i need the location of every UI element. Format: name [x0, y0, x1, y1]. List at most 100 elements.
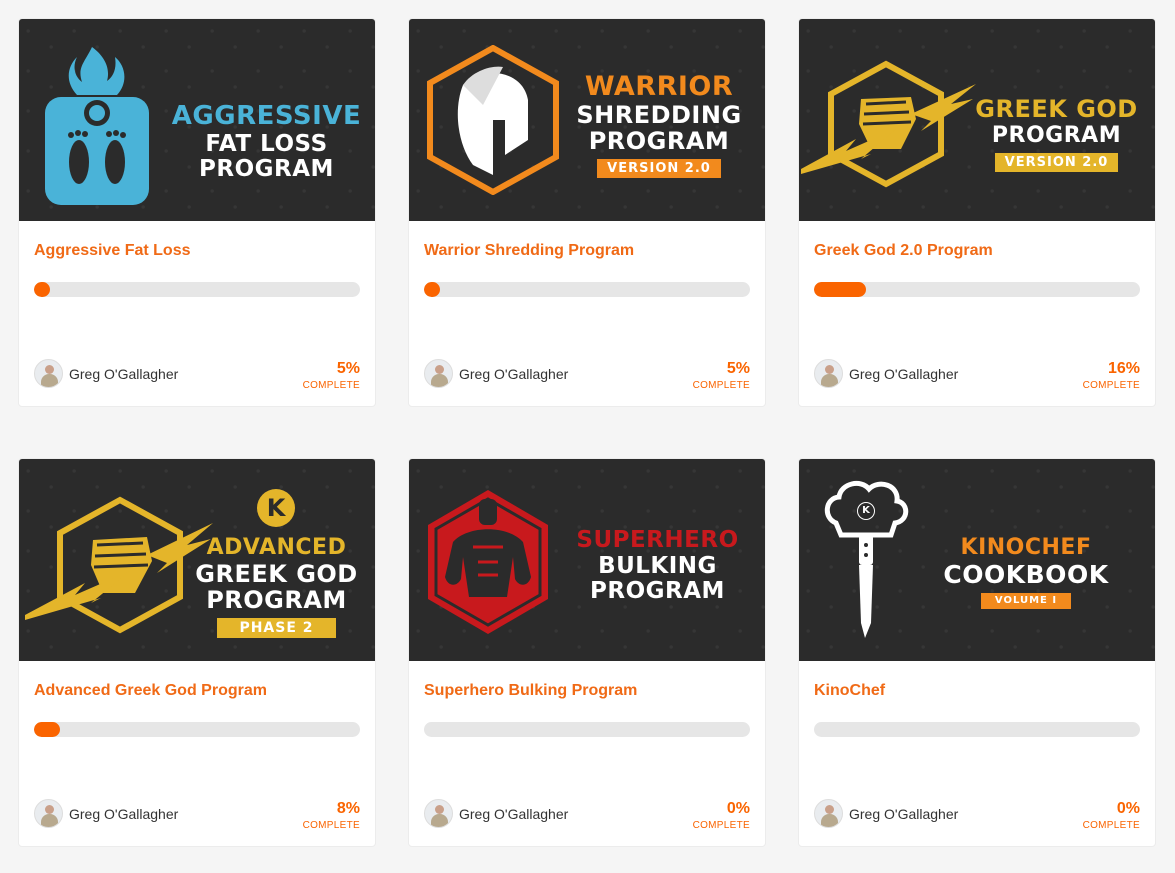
- author: Greg O'Gallagher: [34, 799, 178, 828]
- course-title[interactable]: KinoChef: [814, 682, 885, 700]
- course-cover-image[interactable]: SUPERHERO BULKING PROGRAM: [409, 459, 765, 661]
- author-name: Greg O'Gallagher: [69, 365, 179, 382]
- cover-title-line: PROGRAM: [206, 586, 347, 614]
- course-card-warrior-shredding[interactable]: WARRIOR SHREDDING PROGRAM VERSION 2.0 Wa…: [408, 18, 766, 407]
- cover-title-line: COOKBOOK: [943, 560, 1109, 589]
- cover-title-line: AGGRESSIVE: [171, 101, 362, 131]
- avatar: [34, 359, 63, 388]
- progress-fill: [34, 722, 61, 737]
- completion-percent: 5%: [726, 360, 750, 377]
- cover-title-line: PROGRAM: [590, 578, 725, 604]
- course-title[interactable]: Aggressive Fat Loss: [34, 242, 191, 260]
- completion-percent: 5%: [336, 360, 360, 377]
- course-card-greek-god[interactable]: GREEK GOD PROGRAM VERSION 2.0 Greek God …: [798, 18, 1156, 407]
- course-title[interactable]: Greek God 2.0 Program: [814, 242, 993, 260]
- completion-status: 8% COMPLETE: [303, 800, 360, 831]
- course-card-aggressive-fat-loss[interactable]: AGGRESSIVE FAT LOSS PROGRAM Aggressive F…: [18, 18, 376, 407]
- completion-status: 5% COMPLETE: [693, 360, 750, 391]
- cover-title-line: SHREDDING: [576, 101, 742, 129]
- lightning-fist-icon: [801, 60, 976, 188]
- progress-bar: [34, 722, 360, 737]
- cover-badge: VERSION 2.0: [994, 153, 1119, 172]
- progress-bar: [814, 722, 1140, 737]
- cover-title-line: PROGRAM: [588, 127, 730, 155]
- avatar: [424, 359, 453, 388]
- completion-percent: 0%: [726, 800, 750, 817]
- completion-label: COMPLETE: [1082, 380, 1140, 391]
- course-cover-image[interactable]: GREEK GOD PROGRAM VERSION 2.0: [799, 19, 1155, 221]
- completion-label: COMPLETE: [692, 820, 750, 831]
- avatar: [34, 799, 63, 828]
- avatar: [814, 799, 843, 828]
- cover-title: ADVANCED GREEK GOD PROGRAM PHASE 2: [179, 537, 374, 638]
- progress-fill: [34, 282, 51, 297]
- course-card-kinochef[interactable]: K KINOCHEF COOKBOOK VOLUME I KinoChef Gr…: [798, 458, 1156, 847]
- progress-bar: [34, 282, 360, 297]
- course-cover-image[interactable]: K KINOCHEF COOKBOOK VOLUME I: [799, 459, 1155, 661]
- chef-knife-icon: [824, 480, 909, 638]
- author: Greg O'Gallagher: [814, 359, 958, 388]
- author-name: Greg O'Gallagher: [459, 365, 569, 382]
- completion-percent: 16%: [1107, 360, 1140, 377]
- cover-title: KINOCHEF COOKBOOK VOLUME I: [911, 537, 1141, 609]
- course-cover-image[interactable]: AGGRESSIVE FAT LOSS PROGRAM: [19, 19, 375, 221]
- course-grid: AGGRESSIVE FAT LOSS PROGRAM Aggressive F…: [18, 18, 1156, 847]
- course-cover-image[interactable]: K ADVANCED GREEK GOD PROGRAM PHASE 2: [19, 459, 375, 661]
- superhero-torso-icon: [428, 490, 548, 634]
- course-card-advanced-greek-god[interactable]: K ADVANCED GREEK GOD PROGRAM PHASE 2 Adv…: [18, 458, 376, 847]
- author: Greg O'Gallagher: [424, 799, 568, 828]
- cover-badge: VERSION 2.0: [597, 159, 721, 178]
- avatar: [814, 359, 843, 388]
- completion-percent: 0%: [1116, 800, 1140, 817]
- cover-title-line: PROGRAM: [199, 156, 334, 182]
- course-title[interactable]: Advanced Greek God Program: [34, 682, 267, 700]
- cover-title: WARRIOR SHREDDING PROGRAM VERSION 2.0: [559, 73, 759, 178]
- progress-fill: [424, 282, 441, 297]
- cover-title-line: ADVANCED: [206, 535, 347, 560]
- scale-flame-icon: [45, 47, 149, 205]
- course-title[interactable]: Warrior Shredding Program: [424, 242, 634, 260]
- completion-percent: 8%: [336, 800, 360, 817]
- author-name: Greg O'Gallagher: [849, 365, 959, 382]
- author-name: Greg O'Gallagher: [849, 805, 959, 822]
- cover-title: GREEK GOD PROGRAM VERSION 2.0: [959, 97, 1154, 172]
- completion-label: COMPLETE: [302, 820, 360, 831]
- author: Greg O'Gallagher: [424, 359, 568, 388]
- cover-badge: PHASE 2: [217, 618, 336, 638]
- avatar: [424, 799, 453, 828]
- completion-label: COMPLETE: [1082, 820, 1140, 831]
- cover-title-line: SUPERHERO: [576, 527, 739, 553]
- completion-label: COMPLETE: [692, 380, 750, 391]
- progress-bar: [424, 722, 750, 737]
- cover-title-line: BULKING: [598, 553, 717, 579]
- cover-title-line: KINOCHEF: [960, 535, 1092, 560]
- cover-title-line: WARRIOR: [584, 71, 734, 102]
- cover-title: AGGRESSIVE FAT LOSS PROGRAM: [159, 103, 374, 181]
- completion-status: 0% COMPLETE: [1083, 800, 1140, 831]
- cover-badge: VOLUME I: [980, 593, 1072, 609]
- course-title[interactable]: Superhero Bulking Program: [424, 682, 637, 700]
- cover-title-line: GREEK GOD: [975, 95, 1138, 123]
- k-logo: K: [858, 503, 874, 519]
- completion-status: 16% COMPLETE: [1083, 360, 1140, 391]
- progress-bar: [424, 282, 750, 297]
- author: Greg O'Gallagher: [34, 359, 178, 388]
- progress-bar: [814, 282, 1140, 297]
- completion-status: 0% COMPLETE: [693, 800, 750, 831]
- cover-title-line: FAT LOSS: [205, 131, 328, 157]
- cover-title-line: PROGRAM: [991, 123, 1122, 148]
- progress-fill: [814, 282, 867, 297]
- k-logo-letter: K: [862, 505, 870, 516]
- k-logo-letter: K: [266, 494, 286, 522]
- k-logo: K: [257, 489, 295, 527]
- author: Greg O'Gallagher: [814, 799, 958, 828]
- cover-title-line: GREEK GOD: [195, 560, 358, 588]
- spartan-helmet-icon: [427, 45, 559, 195]
- cover-title: SUPERHERO BULKING PROGRAM: [555, 529, 760, 603]
- course-card-superhero-bulking[interactable]: SUPERHERO BULKING PROGRAM Superhero Bulk…: [408, 458, 766, 847]
- completion-label: COMPLETE: [302, 380, 360, 391]
- completion-status: 5% COMPLETE: [303, 360, 360, 391]
- author-name: Greg O'Gallagher: [69, 805, 179, 822]
- course-cover-image[interactable]: WARRIOR SHREDDING PROGRAM VERSION 2.0: [409, 19, 765, 221]
- author-name: Greg O'Gallagher: [459, 805, 569, 822]
